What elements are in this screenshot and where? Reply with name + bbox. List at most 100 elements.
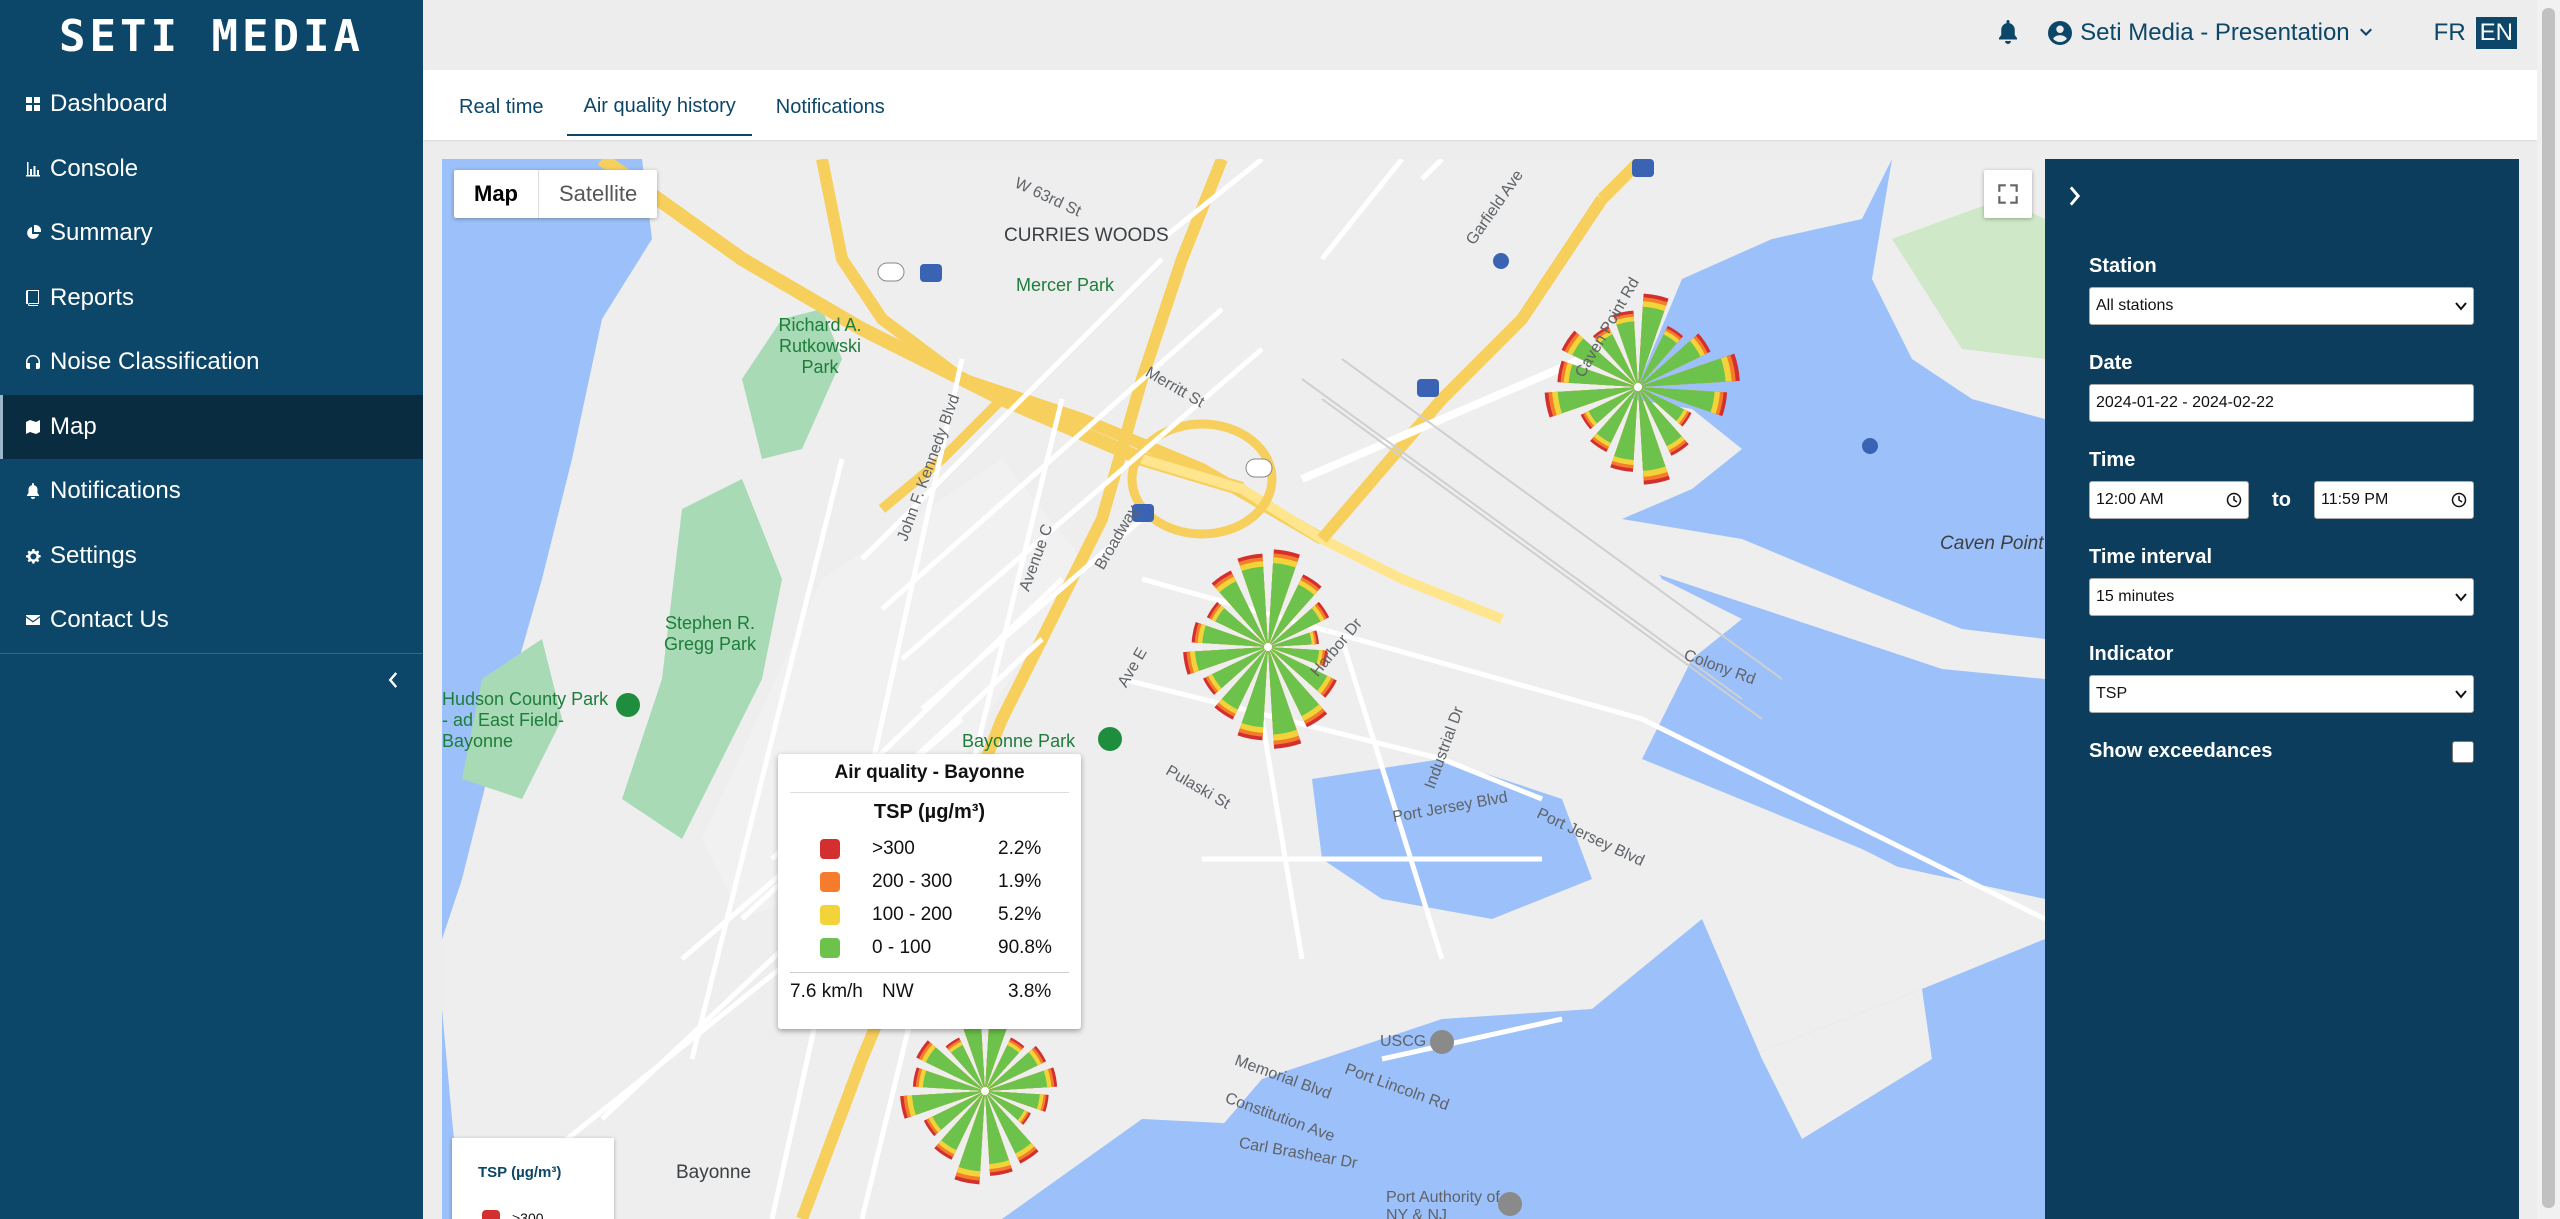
brand-logo: SETI MEDIA [59,10,364,62]
sidebar-item-console[interactable]: Console [0,137,423,202]
indicator-select[interactable]: TSP [2089,675,2474,713]
time-from-value: 12:00 AM [2096,491,2164,508]
sidebar-item-label: Map [50,412,97,440]
sidebar-item-label: Console [50,154,139,182]
interval-label: Time interval [2089,546,2213,568]
map-label-mercer-park: Mercer Park [1016,275,1115,295]
sidebar-item-settings[interactable]: Settings [0,524,423,589]
sidebar-item-label: Reports [50,283,135,311]
lang-en-button[interactable]: EN [2475,17,2517,49]
station-value: All stations [2096,297,2174,314]
exceedances-field: Show exceedances [2089,740,2474,763]
wind-rose-center[interactable] [1634,383,1642,391]
time-from-input[interactable]: 12:00 AM [2089,481,2249,519]
sidebar-item-dashboard[interactable]: Dashboard [0,72,423,137]
sidebar-item-label: Contact Us [50,606,169,634]
date-value: 2024-01-22 - 2024-02-22 [2096,394,2274,411]
page-scrollbar[interactable] [2537,0,2560,1219]
tooltip-pct: 5.2% [998,903,1042,925]
legend-swatch-orange [820,871,840,892]
tooltip-subtitle: TSP (µg/m³) [873,801,986,823]
map-type-satellite-button[interactable]: Satellite [539,170,657,218]
pie-icon [24,224,42,242]
map-canvas[interactable]: CURRIES WOODS Mercer Park Richard A. Rut… [442,159,2045,1219]
sidebar-item-summary[interactable]: Summary [0,201,423,266]
interval-select[interactable]: 15 minutes [2089,578,2474,616]
chevron-right-icon [2069,186,2081,206]
gear-icon [24,547,42,565]
bell-icon [24,482,42,500]
grid-icon [24,95,42,113]
tab-air-quality-history[interactable]: Air quality history [567,75,752,136]
sidebar-nav: Dashboard Console Summary Reports Noise … [0,72,423,653]
headphones-icon [24,353,42,371]
tooltip-pct: 2.2% [998,837,1042,859]
sidebar: SETI MEDIA Dashboard Console Summary Rep… [0,0,423,1219]
fullscreen-button[interactable] [1984,170,2032,218]
sidebar-divider [0,652,423,654]
panel-toggle-button[interactable] [2069,185,2089,211]
map-label-port-authority: Port Authority of NY & NJ [1386,1189,1500,1219]
sidebar-item-noise-classification[interactable]: Noise Classification [0,330,423,395]
sidebar-collapse-button[interactable] [380,668,404,692]
map-icon [24,418,42,436]
tooltip-wind-pct: 3.8% [1008,981,1052,1002]
station-select[interactable]: All stations [2089,287,2474,325]
lang-fr-button[interactable]: FR [2430,17,2470,49]
wind-rose-center[interactable] [1264,643,1272,651]
sidebar-item-label: Settings [50,541,137,569]
sidebar-item-label: Summary [50,219,153,247]
wind-rose-center[interactable] [981,1087,989,1095]
sidebar-item-contact-us[interactable]: Contact Us [0,588,423,653]
sidebar-item-notifications[interactable]: Notifications [0,459,423,524]
scrollbar-thumb[interactable] [2542,8,2555,1208]
map-label-hudson-county-park: Hudson County Park - ad East Field-Bayon… [442,689,609,751]
clock-icon [2451,492,2467,508]
envelope-icon [24,611,42,629]
legend-swatch-yellow [820,904,840,925]
time-to-input[interactable]: 11:59 PM [2314,481,2474,519]
map-type-map-button[interactable]: Map [454,170,539,218]
sidebar-item-map[interactable]: Map [0,394,423,459]
chevron-down-icon [2455,690,2467,699]
tab-real-time[interactable]: Real time [443,76,559,135]
interval-field: Time interval 15 minutes [2089,546,2474,616]
tooltip-range: >300 [872,837,915,859]
legend-swatch-green [820,937,840,958]
map-label-caven-point: Caven Point [1940,533,2044,554]
tooltip-range: 0 - 100 [872,936,932,958]
legend-swatch-red [820,838,840,859]
tooltip-wind-speed: 7.6 km/h [790,981,863,1002]
language-switcher: FR EN [2424,17,2517,49]
chevron-down-icon [2455,593,2467,602]
time-label: Time [2089,449,2136,471]
sidebar-item-label: Notifications [50,477,181,505]
interval-value: 15 minutes [2096,588,2175,605]
sidebar-item-reports[interactable]: Reports [0,266,423,331]
time-to-label: to [2272,488,2291,511]
map-legend: TSP (µg/m³) >300 [452,1138,614,1219]
time-row: 12:00 AM to 11:59 PM [2089,481,2474,519]
user-menu[interactable]: Seti Media - Presentation [2048,19,2381,47]
map-type-control: Map Satellite [454,170,658,218]
notifications-bell-button[interactable] [1996,20,2022,46]
exceedances-checkbox[interactable] [2452,740,2474,763]
clock-icon [2226,492,2242,508]
tooltip-range: 200 - 300 [872,870,953,892]
tooltip-row: 0 - 100 90.8% [790,931,1069,964]
chevron-down-icon [2455,302,2467,311]
date-range-input[interactable]: 2024-01-22 - 2024-02-22 [2089,384,2474,422]
tooltip-title: Air quality - Bayonne [790,762,1069,793]
chevron-down-icon [2359,28,2372,36]
legend-swatch-red [482,1210,500,1219]
exceedances-label: Show exceedances [2089,740,2273,762]
indicator-value: TSP [2096,685,2128,702]
time-field: Time 12:00 AM to 11:59 PM [2089,449,2474,519]
map-label-curries-woods: CURRIES WOODS [1004,225,1169,246]
sidebar-item-label: Dashboard [50,90,168,118]
station-tooltip: Air quality - Bayonne TSP (µg/m³) >300 2… [778,754,1081,1029]
date-label: Date [2089,352,2133,374]
tab-notifications[interactable]: Notifications [760,76,901,135]
legend-title: TSP (µg/m³) [478,1164,562,1181]
map-label-bayonne-park: Bayonne Park [962,731,1076,751]
